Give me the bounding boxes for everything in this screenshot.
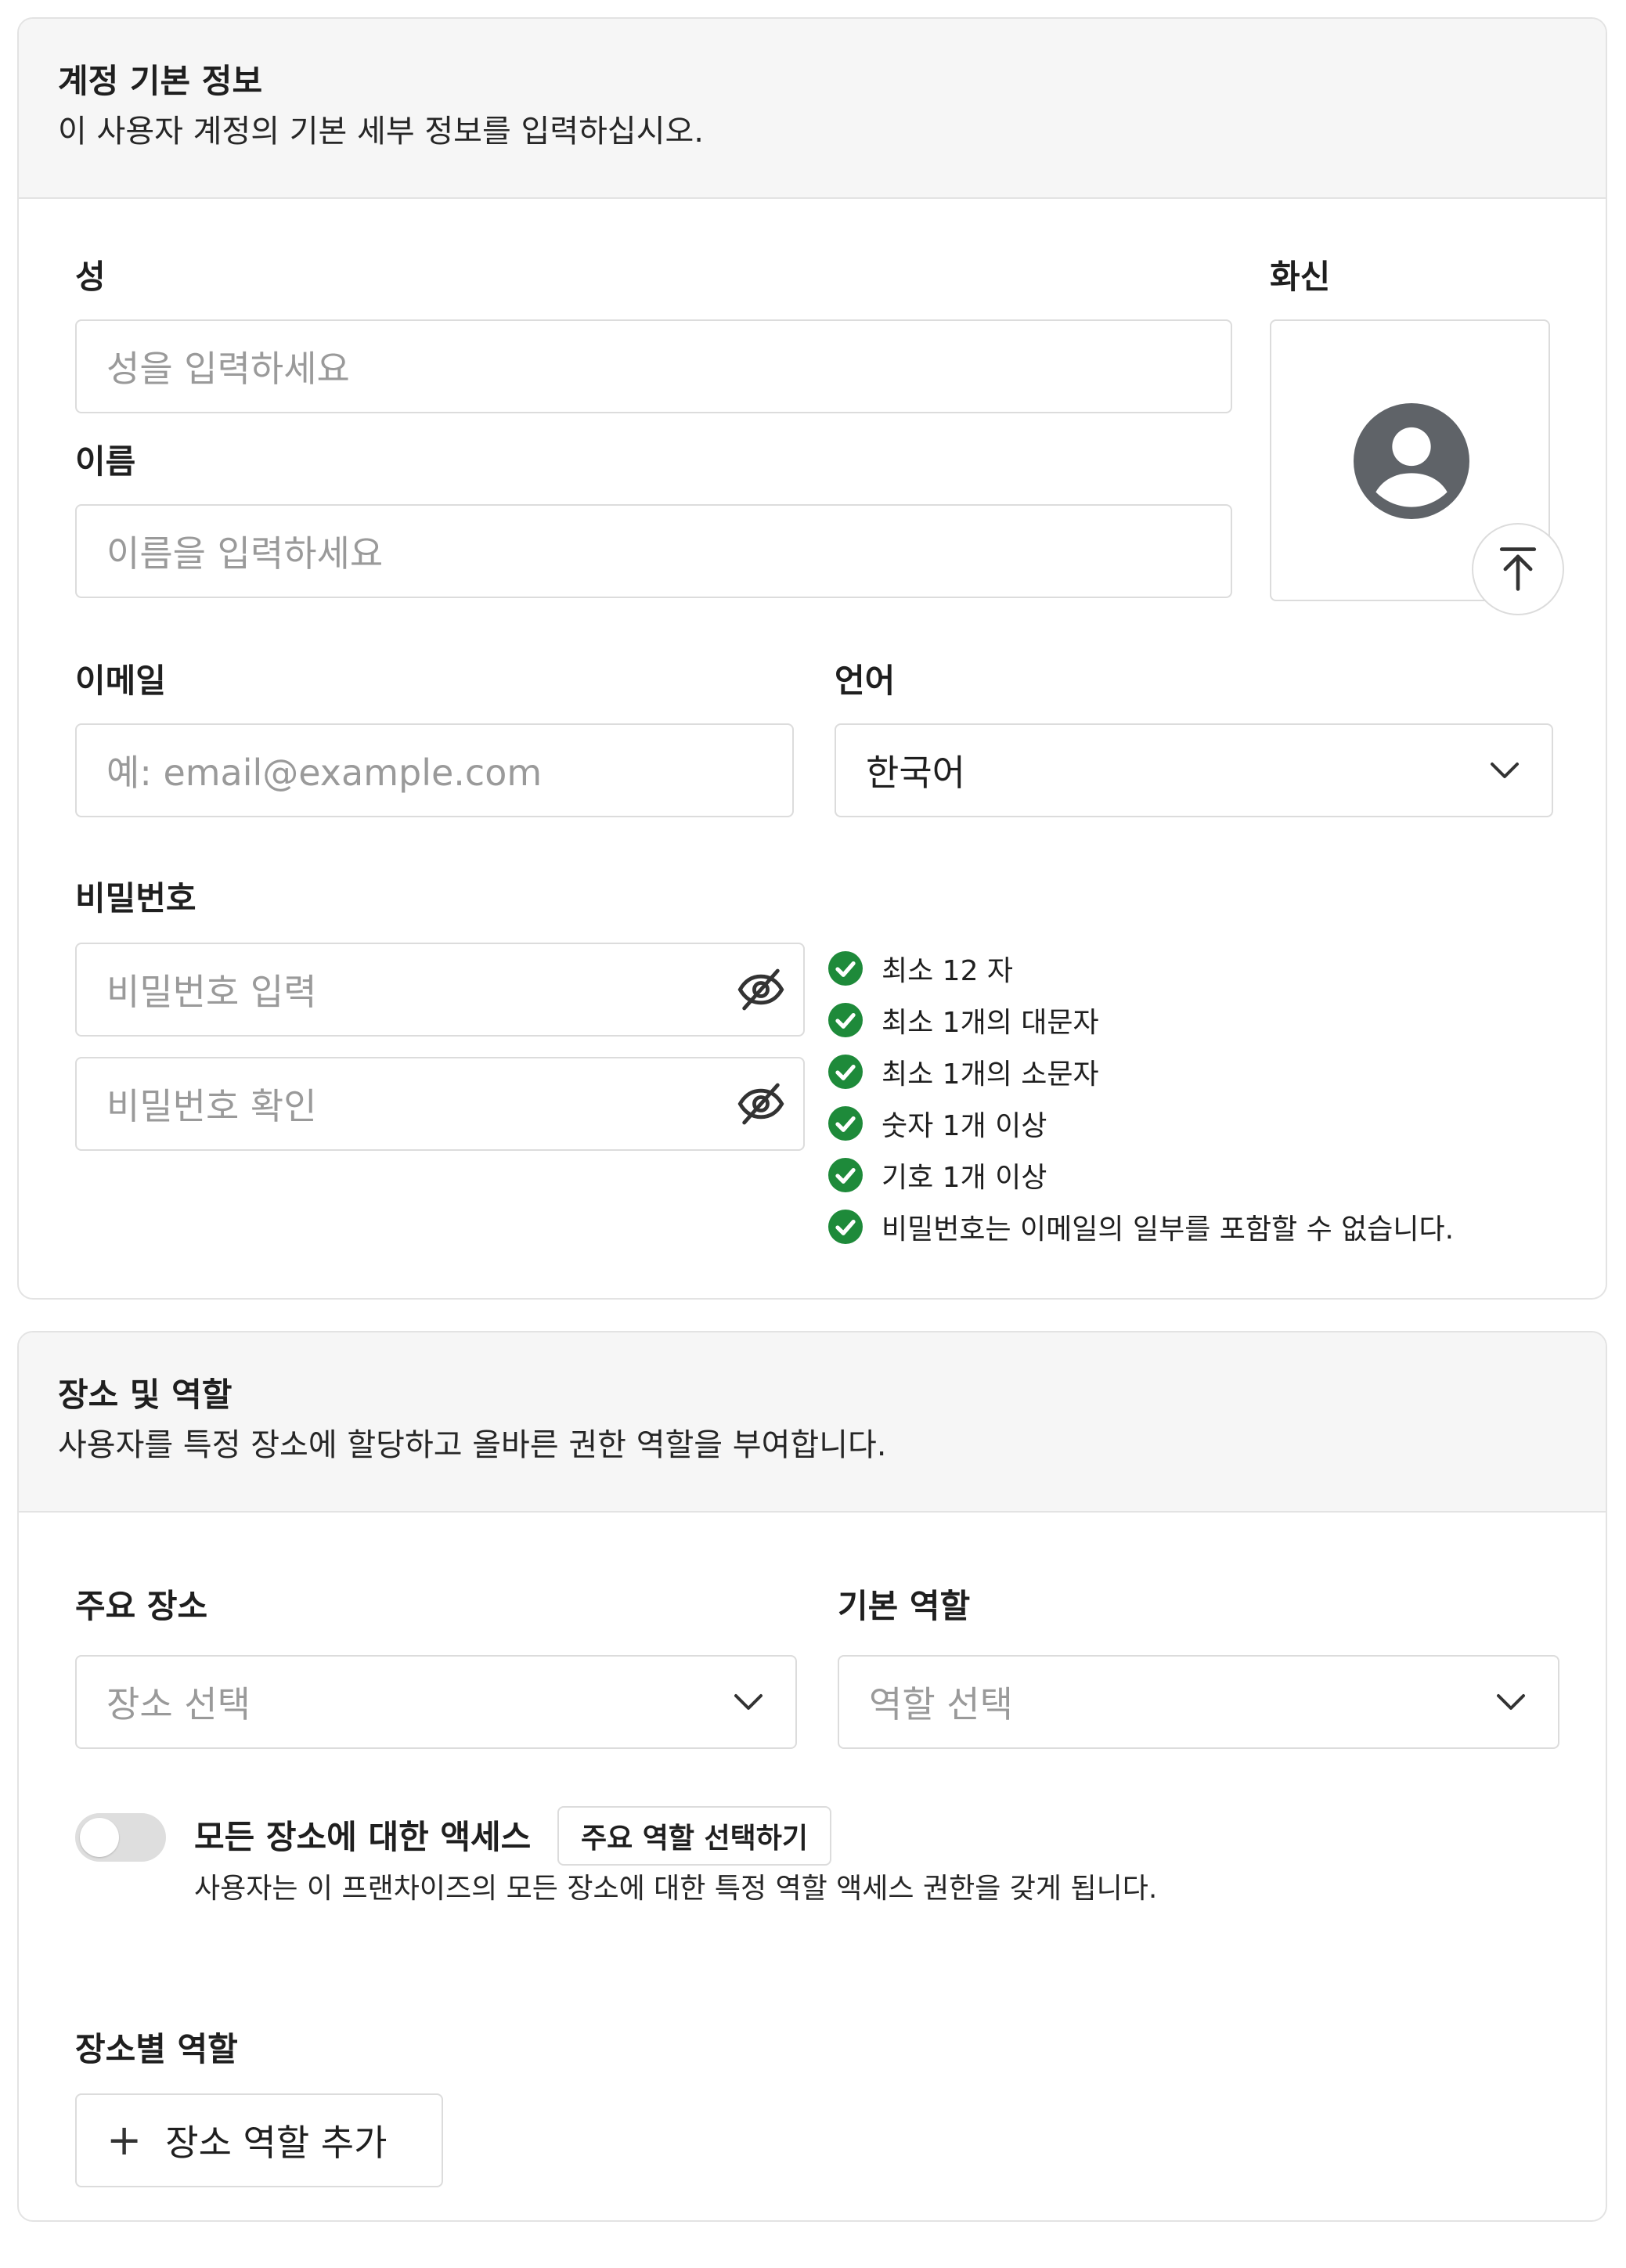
primary-location-select[interactable]: 장소 선택: [75, 1655, 797, 1749]
check-circle-icon: [828, 951, 863, 986]
password-requirement: 비밀번호는 이메일의 일부를 포함할 수 없습니다.: [828, 1207, 1454, 1246]
check-circle-icon: [828, 1158, 863, 1192]
toggle-knob: [80, 1818, 119, 1857]
first-name-input[interactable]: 이름을 입력하세요: [75, 504, 1232, 598]
password-confirm-placeholder: 비밀번호 확인: [106, 1085, 317, 1127]
upload-arrow-icon: [1499, 547, 1537, 591]
primary-location-placeholder: 장소 선택: [106, 1683, 251, 1725]
default-role-select[interactable]: 역할 선택: [838, 1655, 1559, 1749]
password-requirement-text: 최소 1개의 대문자: [882, 1007, 1099, 1039]
add-location-role-label: 장소 역할 추가: [165, 2122, 388, 2164]
language-label: 언어: [835, 662, 896, 700]
password-requirement-text: 기호 1개 이상: [882, 1162, 1047, 1194]
all-locations-help: 사용자는 이 프랜차이즈의 모든 장소에 대한 특정 역할 액세스 권한을 갖게…: [194, 1873, 1158, 1905]
locations-roles-header: 장소 및 역할 사용자를 특정 장소에 할당하고 올바른 권한 역할을 부여합니…: [19, 1332, 1606, 1513]
primary-location-label: 주요 장소: [75, 1587, 208, 1625]
avatar-placeholder-icon: [1354, 403, 1469, 519]
basic-info-header: 계정 기본 정보 이 사용자 계정의 기본 세부 정보를 입력하십시오.: [19, 19, 1606, 199]
basic-info-subtitle: 이 사용자 계정의 기본 세부 정보를 입력하십시오.: [58, 114, 705, 150]
email-label: 이메일: [75, 662, 166, 700]
password-requirement: 숫자 1개 이상: [828, 1104, 1047, 1143]
chevron-down-icon: [731, 1685, 766, 1719]
check-circle-icon: [828, 1003, 863, 1037]
password-requirement: 최소 1개의 대문자: [828, 1001, 1099, 1040]
password-requirement-text: 비밀번호는 이메일의 일부를 포함할 수 없습니다.: [882, 1213, 1455, 1246]
all-locations-label: 모든 장소에 대한 액세스: [194, 1818, 532, 1856]
password-requirement-text: 최소 12 자: [882, 955, 1014, 987]
password-requirement: 최소 12 자: [828, 949, 1013, 988]
last-name-label: 성: [75, 258, 106, 296]
chevron-down-icon: [1494, 1685, 1528, 1719]
check-circle-icon: [828, 1055, 863, 1089]
locations-roles-card: 장소 및 역할 사용자를 특정 장소에 할당하고 올바른 권한 역할을 부여합니…: [17, 1331, 1607, 2222]
language-select[interactable]: 한국어: [835, 723, 1553, 817]
last-name-input[interactable]: 성을 입력하세요: [75, 319, 1232, 413]
password-requirement-text: 숫자 1개 이상: [882, 1110, 1047, 1142]
password-label: 비밀번호: [75, 879, 196, 918]
first-name-label: 이름: [75, 442, 136, 481]
default-role-placeholder: 역할 선택: [869, 1683, 1013, 1725]
email-input[interactable]: 예: email@example.com: [75, 723, 794, 817]
password-requirement-text: 최소 1개의 소문자: [882, 1058, 1099, 1091]
all-locations-toggle[interactable]: [75, 1813, 166, 1862]
add-location-role-button[interactable]: + 장소 역할 추가: [75, 2093, 443, 2187]
locations-roles-title: 장소 및 역할: [58, 1376, 233, 1414]
eye-off-icon[interactable]: [736, 1079, 786, 1129]
default-role-label: 기본 역할: [838, 1587, 971, 1625]
basic-info-title: 계정 기본 정보: [58, 62, 263, 100]
avatar-label: 화신: [1270, 258, 1331, 296]
plus-icon: +: [106, 2115, 142, 2165]
check-circle-icon: [828, 1106, 863, 1141]
chevron-down-icon: [1487, 753, 1522, 788]
password-input[interactable]: 비밀번호 입력: [75, 943, 805, 1037]
password-placeholder: 비밀번호 입력: [106, 971, 317, 1013]
language-value: 한국어: [866, 752, 965, 794]
locations-roles-subtitle: 사용자를 특정 장소에 할당하고 올바른 권한 역할을 부여합니다.: [58, 1427, 887, 1463]
avatar-upload-button[interactable]: [1472, 523, 1564, 615]
location-roles-label: 장소별 역할: [75, 2030, 238, 2068]
password-requirement: 최소 1개의 소문자: [828, 1052, 1099, 1091]
password-requirement: 기호 1개 이상: [828, 1156, 1047, 1195]
password-confirm-input[interactable]: 비밀번호 확인: [75, 1057, 805, 1151]
eye-off-icon[interactable]: [736, 965, 786, 1015]
select-primary-role-chip[interactable]: 주요 역할 선택하기: [557, 1806, 831, 1866]
check-circle-icon: [828, 1210, 863, 1244]
